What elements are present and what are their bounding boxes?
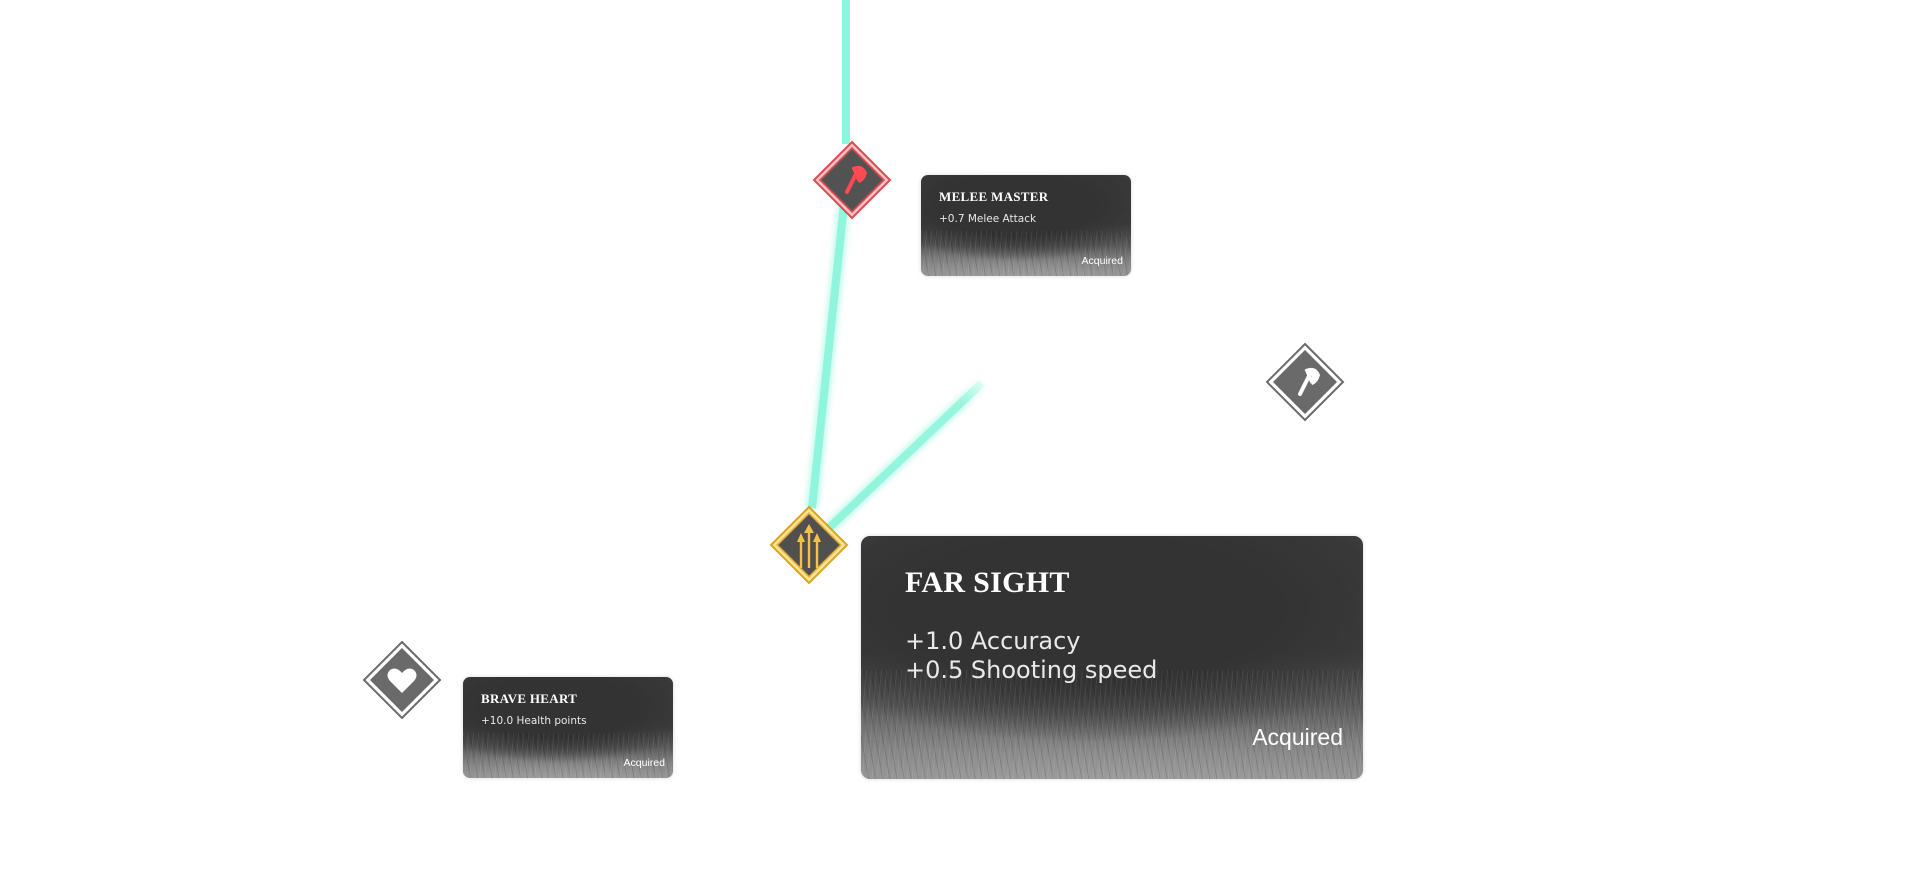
axe-icon xyxy=(1265,342,1345,422)
skill-tree-canvas: MELEE MASTER +0.7 Melee Attack Acquired xyxy=(0,0,1920,894)
skill-card-far-sight: FAR SIGHT +1.0 Accuracy +0.5 Shooting sp… xyxy=(861,536,1363,779)
skill-title: BRAVE HEART xyxy=(481,691,578,706)
skill-node-axe-locked[interactable] xyxy=(1265,342,1345,422)
link-farsight-branch xyxy=(825,377,987,533)
skill-card-brave-heart: BRAVE HEART +10.0 Health points Acquired xyxy=(463,677,673,778)
link-melee-to-farsight xyxy=(805,184,853,509)
skill-status: Acquired xyxy=(1252,724,1343,750)
skill-node-melee-master[interactable] xyxy=(812,140,892,220)
card-texture xyxy=(921,230,1131,276)
skill-node-far-sight[interactable] xyxy=(769,505,849,585)
skill-stat: +0.7 Melee Attack xyxy=(939,213,1037,225)
skill-title: MELEE MASTER xyxy=(939,189,1049,204)
skill-card-melee-master: MELEE MASTER +0.7 Melee Attack Acquired xyxy=(921,175,1131,276)
axe-icon xyxy=(812,140,892,220)
skill-stat: +1.0 Accuracy xyxy=(905,627,1081,655)
skill-status: Acquired xyxy=(1081,255,1123,267)
skill-stat: +10.0 Health points xyxy=(481,715,587,727)
skill-node-brave-heart[interactable] xyxy=(362,640,442,720)
card-texture xyxy=(463,732,673,778)
arrows-icon xyxy=(769,505,849,585)
skill-status: Acquired xyxy=(623,757,665,769)
skill-title: FAR SIGHT xyxy=(905,566,1070,599)
skill-stat: +0.5 Shooting speed xyxy=(905,656,1158,684)
heart-icon xyxy=(362,640,442,720)
